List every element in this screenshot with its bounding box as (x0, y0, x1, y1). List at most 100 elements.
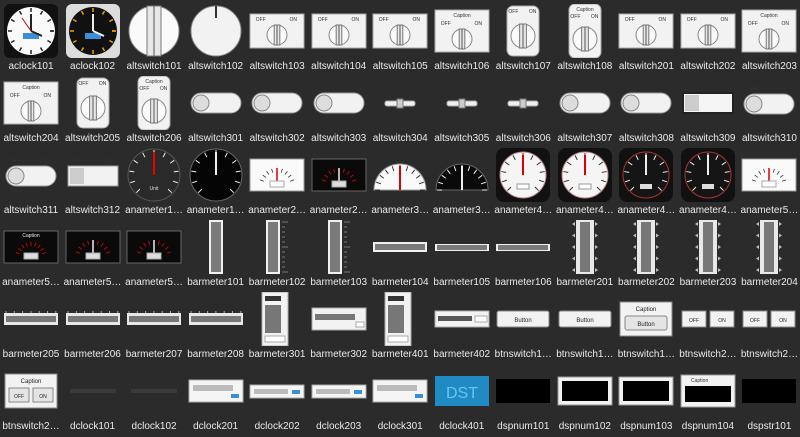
widget-tile[interactable]: dclock203 (308, 362, 370, 434)
widget-tile[interactable]: dclock202 (246, 362, 308, 434)
vertical-bar-meter-scale-icon (248, 220, 306, 274)
widget-tile[interactable]: OFF ON altswitch103 (246, 2, 308, 74)
widget-tile[interactable]: dclock301 (369, 362, 431, 434)
widget-tile[interactable]: OFF ON altswitch310 (738, 74, 800, 146)
widget-tile[interactable]: barmeter206 (62, 290, 124, 362)
widget-label: altswitch101 (126, 61, 182, 72)
widget-tile[interactable]: barmeter207 (123, 290, 185, 362)
widget-tile[interactable]: altswitch306 (492, 74, 554, 146)
widget-tile[interactable]: barmeter105 (431, 218, 493, 290)
widget-label: btnswitch1… (556, 349, 614, 360)
rotary-switch-panel-icon: OFF ON (617, 4, 675, 58)
widget-tile[interactable]: barmeter106 (492, 218, 554, 290)
widget-tile[interactable]: OFF ON altswitch107 (492, 2, 554, 74)
widget-tile[interactable]: anameter3… (369, 146, 431, 218)
widget-tile[interactable]: barmeter208 (185, 290, 247, 362)
widget-tile[interactable]: OFF ON altswitch105 (369, 2, 431, 74)
widget-label: barmeter103 (310, 277, 368, 288)
widget-tile[interactable]: barmeter205 (0, 290, 62, 362)
widget-tile[interactable]: aclock102 (62, 2, 124, 74)
widget-tile[interactable]: dspnum102 (554, 362, 616, 434)
widget-tile[interactable]: altswitch303 (308, 74, 370, 146)
widget-tile[interactable]: Button btnswitch1… (554, 290, 616, 362)
widget-tile[interactable]: OFF ON btnswitch2… (677, 290, 739, 362)
widget-tile[interactable]: Button btnswitch1… (492, 290, 554, 362)
widget-tile[interactable]: OFF ON altswitch104 (308, 2, 370, 74)
widget-tile[interactable]: barmeter201 (554, 218, 616, 290)
round-meter-dark-icon (679, 148, 737, 202)
widget-label: anameter5… (125, 277, 183, 288)
widget-tile[interactable]: barmeter202 (615, 218, 677, 290)
widget-tile[interactable]: anameter4… (677, 146, 739, 218)
widget-tile[interactable]: barmeter401 (369, 290, 431, 362)
widget-tile[interactable]: anameter3… (431, 146, 493, 218)
widget-tile[interactable]: altswitch308 (615, 74, 677, 146)
widget-tile[interactable]: barmeter104 (369, 218, 431, 290)
widget-tile[interactable]: barmeter102 (246, 218, 308, 290)
widget-tile[interactable]: anameter5… (738, 146, 800, 218)
widget-tile[interactable]: anameter5… (62, 218, 124, 290)
widget-tile[interactable]: Caption OFF ON altswitch106 (431, 2, 493, 74)
widget-tile[interactable]: Caption dspnum104 (677, 362, 739, 434)
rotary-switch-caption-icon: Caption OFF ON (2, 76, 60, 130)
widget-tile[interactable]: OFF ON altswitch205 (62, 74, 124, 146)
widget-tile[interactable]: Caption anameter5… (0, 218, 62, 290)
widget-tile[interactable]: Caption OFF ON altswitch204 (0, 74, 62, 146)
widget-tile[interactable]: Caption OFF ON btnswitch2… (0, 362, 62, 434)
widget-tile[interactable]: barmeter103 (308, 218, 370, 290)
widget-tile[interactable]: anameter4… (615, 146, 677, 218)
widget-tile[interactable]: anameter4… (492, 146, 554, 218)
widget-label: aclock101 (8, 61, 54, 72)
widget-tile[interactable]: barmeter204 (738, 218, 800, 290)
widget-tile[interactable]: anameter2… (246, 146, 308, 218)
widget-label: barmeter202 (618, 277, 675, 288)
widget-tile[interactable]: DST dclock401 (431, 362, 493, 434)
widget-tile[interactable]: OFF ON altswitch311 (0, 146, 62, 218)
widget-preview-text: ON (39, 394, 47, 400)
widget-tile[interactable]: altswitch309 (677, 74, 739, 146)
widget-tile[interactable]: dclock102 (123, 362, 185, 434)
widget-tile[interactable]: Caption OFF ON altswitch203 (738, 2, 800, 74)
widget-label: altswitch106 (434, 61, 490, 72)
widget-tile[interactable]: dspnum101 (492, 362, 554, 434)
widget-tile[interactable]: OFF ON altswitch202 (677, 2, 739, 74)
widget-label: btnswitch2… (679, 349, 737, 360)
widget-tile[interactable]: anameter4… (554, 146, 616, 218)
widget-tile[interactable]: dspnum103 (615, 362, 677, 434)
widget-tile[interactable]: altswitch101 (123, 2, 185, 74)
rotary-switch-panel-icon: OFF ON (371, 4, 429, 58)
widget-label: altswitch306 (495, 133, 551, 144)
widget-tile[interactable]: Caption OFF ON altswitch108 (554, 2, 616, 74)
widget-tile[interactable]: barmeter301 (246, 290, 308, 362)
widget-tile[interactable]: altswitch304 (369, 74, 431, 146)
widget-tile[interactable]: anameter2… (308, 146, 370, 218)
widget-tile[interactable]: altswitch305 (431, 74, 493, 146)
numeric-display-icon (494, 364, 552, 418)
widget-tile[interactable]: OFF ON altswitch312 (62, 146, 124, 218)
widget-label: barmeter204 (741, 277, 798, 288)
widget-tile[interactable]: anameter1… (185, 146, 247, 218)
widget-tile[interactable]: barmeter203 (677, 218, 739, 290)
widget-tile[interactable]: Caption OFF ON altswitch206 (123, 74, 185, 146)
widget-label: altswitch311 (3, 205, 59, 216)
widget-tile[interactable]: altswitch307 (554, 74, 616, 146)
widget-preview-text: ON (413, 17, 421, 23)
widget-tile[interactable]: altswitch302 (246, 74, 308, 146)
widget-tile[interactable]: dclock101 (62, 362, 124, 434)
widget-tile[interactable]: altswitch301 (185, 74, 247, 146)
widget-tile[interactable]: anameter5… (123, 218, 185, 290)
widget-tile[interactable]: barmeter302 (308, 290, 370, 362)
widget-tile[interactable]: altswitch102 (185, 2, 247, 74)
widget-tile[interactable]: Unit anameter1… (123, 146, 185, 218)
widget-tile[interactable]: dspstr101 (738, 362, 800, 434)
widget-tile[interactable]: Caption Button btnswitch1… (615, 290, 677, 362)
widget-tile[interactable]: dclock201 (185, 362, 247, 434)
widget-tile[interactable]: OFF ON btnswitch2… (738, 290, 800, 362)
widget-tile[interactable]: barmeter402 (431, 290, 493, 362)
horizontal-bar-meter-icon (433, 220, 491, 274)
widget-tile[interactable]: barmeter101 (185, 218, 247, 290)
horizontal-bar-meter-ticks-icon (2, 292, 60, 346)
widget-tile[interactable]: aclock101 (0, 2, 62, 74)
widget-tile[interactable]: OFF ON altswitch201 (615, 2, 677, 74)
widget-label: altswitch304 (372, 133, 428, 144)
